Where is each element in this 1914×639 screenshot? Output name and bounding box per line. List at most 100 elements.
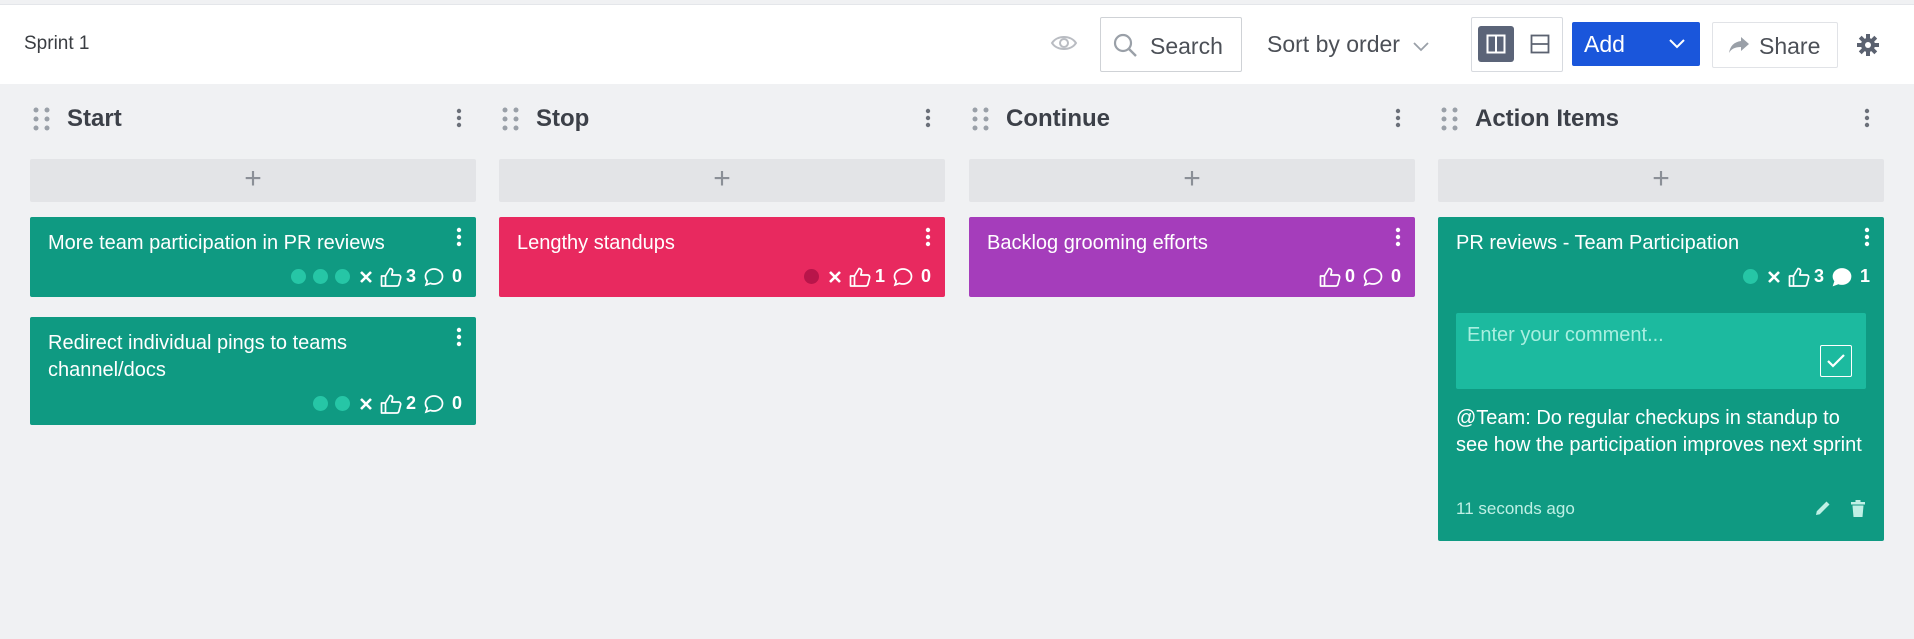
drag-handle-icon[interactable] (971, 106, 991, 132)
column-header: Action Items (1438, 84, 1884, 154)
thumbs-up-icon[interactable] (1788, 267, 1810, 287)
sort-dropdown[interactable]: Sort by order (1267, 31, 1430, 58)
retro-card[interactable]: Redirect individual pings to teams chann… (30, 317, 476, 425)
more-vertical-icon[interactable] (925, 108, 931, 128)
share-icon (1729, 37, 1749, 53)
sort-label: Sort by order (1267, 31, 1400, 57)
like-count: 2 (405, 393, 416, 413)
drag-handle-icon[interactable] (32, 106, 52, 132)
retro-card[interactable]: Backlog grooming efforts 0 0 (969, 217, 1415, 297)
chevron-down-icon (1669, 39, 1685, 49)
comment-count: 0 (920, 266, 931, 286)
column-stop: Stop + Lengthy standups 1 0 (499, 84, 945, 297)
comment-filled-icon[interactable] (1832, 267, 1852, 287)
plus-icon: + (713, 162, 731, 195)
plus-icon: + (1652, 162, 1670, 195)
column-action-items: Action Items + PR reviews - Team Partici… (1438, 84, 1884, 541)
more-vertical-icon[interactable] (456, 108, 462, 128)
search-input[interactable]: Search (1100, 17, 1242, 72)
more-vertical-icon[interactable] (1864, 108, 1870, 128)
column-view-button[interactable] (1478, 26, 1514, 62)
card-meta: 3 0 (290, 266, 462, 287)
search-icon (1113, 33, 1137, 57)
retro-card[interactable]: PR reviews - Team Participation 3 1 @Tea… (1438, 217, 1884, 541)
vote-dot (312, 396, 328, 411)
search-label: Search (1150, 33, 1223, 59)
gear-icon[interactable] (1856, 33, 1880, 57)
thumbs-up-icon[interactable] (380, 394, 402, 414)
edit-icon[interactable] (1814, 499, 1832, 517)
more-vertical-icon[interactable] (456, 227, 462, 247)
vote-dot (803, 269, 819, 284)
card-meta: 3 1 (1742, 266, 1870, 287)
retro-card[interactable]: More team participation in PR reviews 3 … (30, 217, 476, 297)
vote-dot (290, 269, 306, 284)
card-text: Lengthy standups (517, 232, 675, 254)
thumbs-up-icon[interactable] (380, 267, 402, 287)
more-vertical-icon[interactable] (456, 327, 462, 347)
add-card-button[interactable]: + (1438, 159, 1884, 202)
more-vertical-icon[interactable] (1395, 227, 1401, 247)
close-icon[interactable] (1767, 270, 1781, 284)
close-icon[interactable] (359, 397, 373, 411)
view-toggle (1471, 17, 1563, 72)
more-vertical-icon[interactable] (925, 227, 931, 247)
like-count: 1 (874, 266, 885, 286)
retro-card[interactable]: Lengthy standups 1 0 (499, 217, 945, 297)
check-icon (1827, 354, 1845, 368)
comment-count: 0 (451, 393, 462, 413)
row-view-button[interactable] (1522, 26, 1558, 62)
add-label: Add (1584, 31, 1625, 57)
comment-input[interactable] (1456, 313, 1816, 357)
eye-icon[interactable] (1050, 32, 1078, 54)
add-button[interactable]: Add (1572, 22, 1700, 66)
more-vertical-icon[interactable] (1864, 227, 1870, 247)
card-meta: 2 0 (312, 393, 462, 414)
drag-handle-icon[interactable] (501, 106, 521, 132)
comment-icon[interactable] (424, 267, 444, 287)
add-card-button[interactable]: + (499, 159, 945, 202)
like-count: 3 (405, 266, 416, 286)
comment-timestamp: 11 seconds ago (1456, 499, 1575, 518)
vote-dot (334, 269, 350, 284)
rows-icon (1530, 34, 1550, 54)
comment-icon[interactable] (424, 394, 444, 414)
share-button[interactable]: Share (1712, 22, 1838, 68)
vote-dot (334, 396, 350, 411)
board-title: Sprint 1 (24, 33, 90, 54)
column-title: Action Items (1475, 105, 1620, 132)
vote-dot (312, 269, 328, 284)
comment-count: 1 (1859, 266, 1870, 286)
like-count: 3 (1813, 266, 1824, 286)
card-meta: 0 0 (1319, 266, 1401, 287)
thumbs-up-icon[interactable] (849, 267, 871, 287)
card-text: More team participation in PR reviews (48, 232, 385, 254)
column-header: Continue (969, 84, 1415, 154)
thumbs-up-icon[interactable] (1319, 267, 1341, 287)
column-continue: Continue + Backlog grooming efforts 0 0 (969, 84, 1415, 297)
comment-count: 0 (1390, 266, 1401, 286)
more-vertical-icon[interactable] (1395, 108, 1401, 128)
like-count: 0 (1344, 266, 1355, 286)
column-start: Start + More team participation in PR re… (30, 84, 476, 425)
comment-count: 0 (451, 266, 462, 286)
card-meta: 1 0 (803, 266, 931, 287)
comment-icon[interactable] (893, 267, 913, 287)
close-icon[interactable] (359, 270, 373, 284)
comment-editor (1456, 313, 1866, 389)
columns-icon (1486, 34, 1506, 54)
top-bar: Sprint 1 Search Sort by order Add Share (0, 4, 1914, 84)
close-icon[interactable] (828, 270, 842, 284)
submit-comment-button[interactable] (1820, 345, 1852, 377)
card-text: Redirect individual pings to teams chann… (48, 332, 348, 381)
comment-icon[interactable] (1363, 267, 1383, 287)
add-card-button[interactable]: + (30, 159, 476, 202)
vote-dot (1742, 269, 1758, 284)
drag-handle-icon[interactable] (1440, 106, 1460, 132)
column-header: Start (30, 84, 476, 154)
plus-icon: + (244, 162, 262, 195)
add-card-button[interactable]: + (969, 159, 1415, 202)
trash-icon[interactable] (1850, 500, 1866, 518)
plus-icon: + (1183, 162, 1201, 195)
share-label: Share (1759, 33, 1821, 59)
